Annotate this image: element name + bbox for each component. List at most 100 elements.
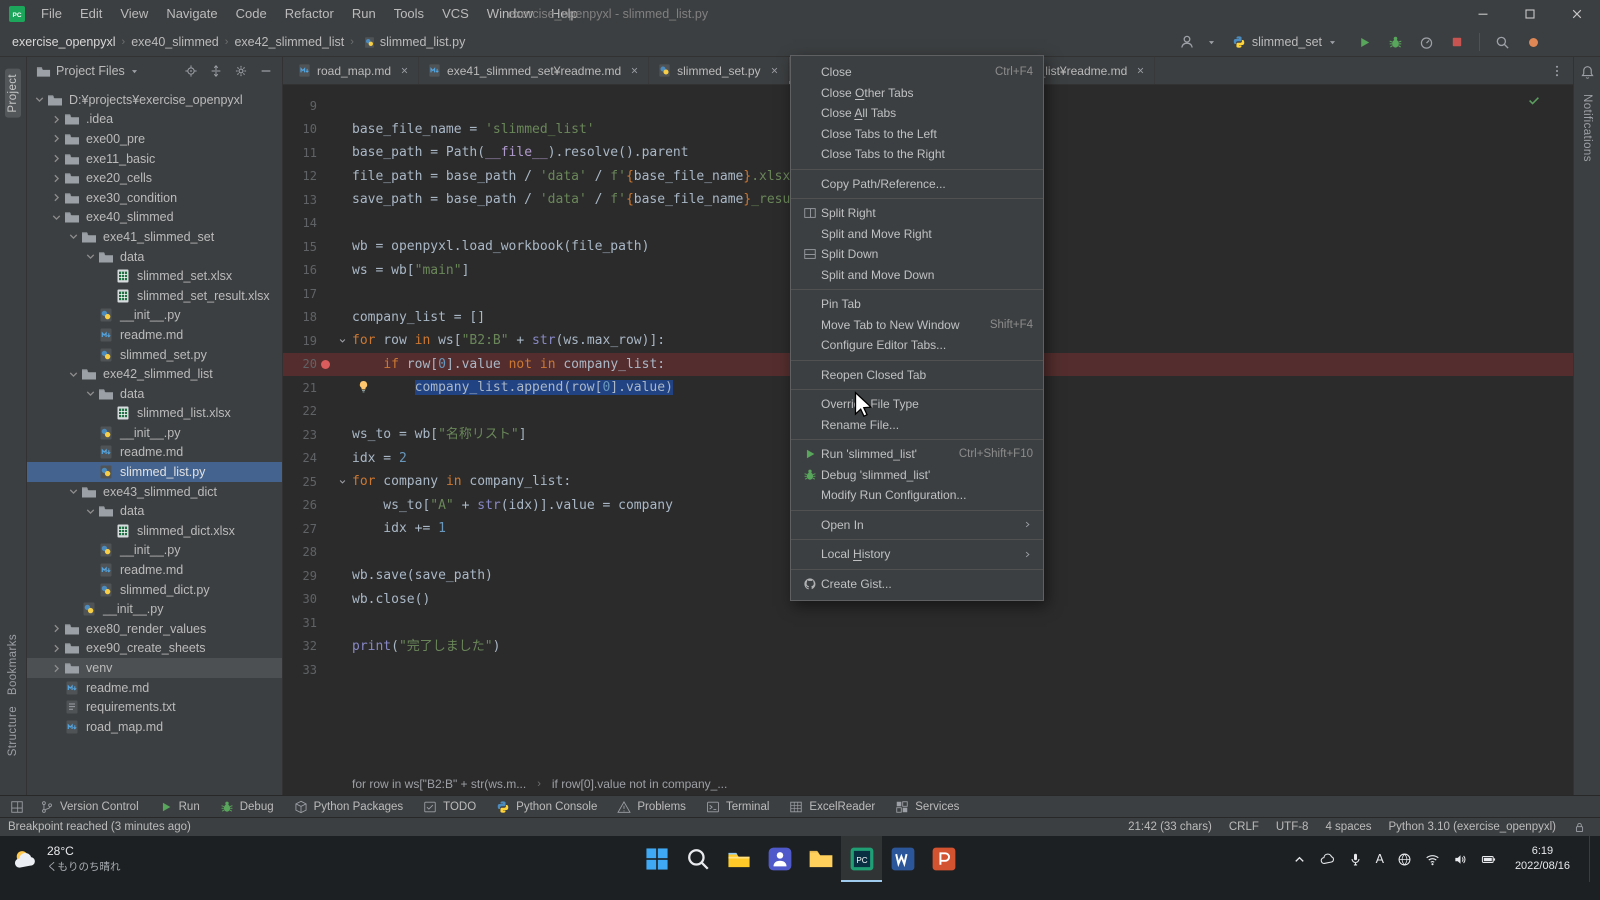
status-item[interactable]: CRLF [1229,821,1259,833]
editor-tab[interactable]: exe41_slimmed_set¥readme.md [419,57,649,84]
line-number[interactable]: 32 [283,639,317,653]
close-tab-icon[interactable] [399,65,410,76]
tool-window-button-run[interactable]: Run [149,796,210,817]
close-tab-icon[interactable] [629,65,640,76]
line-number[interactable]: 24 [283,451,317,465]
status-item[interactable]: Python 3.10 (exercise_openpyxl) [1389,821,1557,833]
collapse-all-icon[interactable] [209,64,223,78]
taskbar-app-file-explorer[interactable] [718,836,759,882]
hide-panel-icon[interactable] [259,64,273,78]
context-menu-item[interactable]: Debug 'slimmed_list' [791,465,1043,486]
tree-item[interactable]: exe40_slimmed [27,208,282,228]
tree-item[interactable]: .idea [27,110,282,130]
tree-item[interactable]: slimmed_set_result.xlsx [27,286,282,306]
code-line[interactable]: 33 [283,658,1573,682]
tree-item[interactable]: exe30_condition [27,188,282,208]
code-line[interactable]: 31 [283,611,1573,635]
close-tab-icon[interactable] [1135,65,1146,76]
tool-window-button-services[interactable]: Services [885,796,969,817]
context-menu-item[interactable]: Split Right [791,203,1043,224]
tree-item[interactable]: readme.md [27,325,282,345]
status-item[interactable]: 4 spaces [1325,821,1371,833]
tray-hidden-icons[interactable] [1292,852,1307,867]
tree-item[interactable]: slimmed_dict.py [27,580,282,600]
context-menu-item[interactable]: Close Tabs to the Right [791,144,1043,165]
line-number[interactable]: 30 [283,592,317,606]
tree-item[interactable]: exe90_create_sheets [27,639,282,659]
context-menu-item[interactable]: Reopen Closed Tab [791,365,1043,386]
tray-language[interactable] [1397,852,1412,867]
taskbar-app-powerpoint[interactable] [923,836,964,882]
menu-edit[interactable]: Edit [71,0,111,28]
context-menu-item[interactable]: Move Tab to New WindowShift+F4 [791,315,1043,336]
lock-icon[interactable] [1573,821,1586,834]
tool-window-button-version-control[interactable]: Version Control [30,796,149,817]
tray-microphone[interactable] [1348,852,1363,867]
context-menu-item[interactable]: Split and Move Down [791,265,1043,286]
menu-vcs[interactable]: VCS [433,0,478,28]
ide-notification-dot-icon[interactable] [1522,31,1544,53]
user-caret-icon[interactable] [1207,38,1216,47]
project-view-select[interactable]: Project Files [36,64,139,79]
tree-item[interactable]: data [27,384,282,404]
taskbar-weather-widget[interactable]: 28°C くもりのち晴れ [0,836,133,882]
tool-stripe-project[interactable]: Project [0,69,26,118]
notifications-bell-icon[interactable] [1574,65,1600,80]
tree-item[interactable]: __init__.py [27,541,282,561]
line-number[interactable]: 15 [283,240,317,254]
tree-item[interactable]: exe43_slimmed_dict [27,482,282,502]
taskbar-app-pycharm[interactable]: PC [841,836,882,882]
taskbar-clock[interactable]: 6:192022/08/16 [1509,844,1576,874]
menu-view[interactable]: View [111,0,157,28]
context-menu-item[interactable]: Rename File... [791,415,1043,436]
user-icon[interactable] [1176,31,1198,53]
line-number[interactable]: 9 [283,99,317,113]
intention-bulb-icon[interactable] [356,379,371,394]
gear-icon[interactable] [234,64,248,78]
context-menu-item[interactable]: Copy Path/Reference... [791,174,1043,195]
editor-tab[interactable]: slimmed_set.py [649,57,788,84]
status-item[interactable]: 21:42 (33 chars) [1128,821,1212,833]
context-menu-item[interactable]: CloseCtrl+F4 [791,62,1043,83]
line-number[interactable]: 26 [283,498,317,512]
tree-item[interactable]: readme.md [27,678,282,698]
taskbar-app-folder[interactable] [800,836,841,882]
minimize-button[interactable] [1459,0,1506,28]
context-menu-item[interactable]: Close Tabs to the Left [791,124,1043,145]
menu-run[interactable]: Run [343,0,385,28]
line-number[interactable]: 11 [283,146,317,160]
taskbar-app-word[interactable] [882,836,923,882]
tree-item[interactable]: __init__.py [27,599,282,619]
tool-window-button-python-packages[interactable]: Python Packages [284,796,414,817]
context-menu-item[interactable]: Pin Tab [791,294,1043,315]
editor-breadcrumb-item[interactable]: for row in ws["B2:B" + str(ws.m... [352,777,526,791]
status-item[interactable]: UTF-8 [1276,821,1309,833]
tray-battery[interactable] [1481,852,1496,867]
line-number[interactable]: 18 [283,310,317,324]
line-number[interactable]: 22 [283,404,317,418]
line-number[interactable]: 27 [283,522,317,536]
menu-tools[interactable]: Tools [385,0,433,28]
tree-item[interactable]: exe00_pre [27,129,282,149]
tree-item[interactable]: exe11_basic [27,149,282,169]
tree-item[interactable]: __init__.py [27,306,282,326]
locate-file-icon[interactable] [184,64,198,78]
tray-network[interactable] [1425,852,1440,867]
line-number[interactable]: 20 [283,357,317,371]
context-menu-item[interactable]: Override File Type [791,394,1043,415]
maximize-button[interactable] [1506,0,1553,28]
editor-breadcrumb-item[interactable]: if row[0].value not in company_... [552,777,727,791]
inspections-ok-icon[interactable] [1527,93,1541,107]
tree-item[interactable]: slimmed_list.xlsx [27,404,282,424]
line-number[interactable]: 29 [283,569,317,583]
context-menu-item[interactable]: Create Gist... [791,574,1043,595]
tree-item[interactable]: venv [27,658,282,678]
editor-tab[interactable]: road_map.md [289,57,419,84]
profiler-button[interactable] [1415,31,1437,53]
tree-item[interactable]: slimmed_dict.xlsx [27,521,282,541]
tree-item[interactable]: __init__.py [27,423,282,443]
line-number[interactable]: 25 [283,475,317,489]
menu-refactor[interactable]: Refactor [276,0,343,28]
breadcrumb-item[interactable]: slimmed_list.py [378,35,467,49]
breadcrumb-item[interactable]: exercise_openpyxl [10,35,118,49]
